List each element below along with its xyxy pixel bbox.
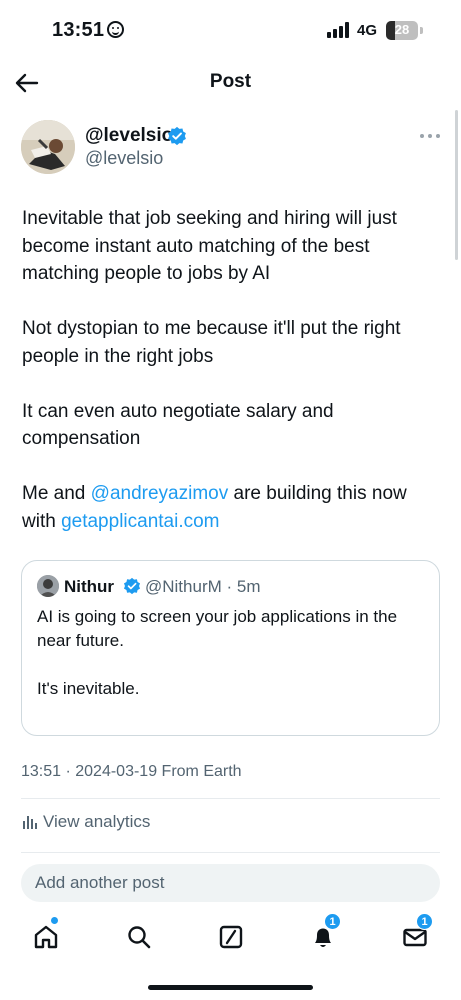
- scroll-indicator: [455, 110, 458, 260]
- view-analytics-label: View analytics: [43, 812, 151, 831]
- divider: [21, 798, 440, 799]
- verified-badge-icon: [123, 577, 141, 595]
- messages-badge: 1: [416, 913, 433, 930]
- quote-text: AI is going to screen your job applicati…: [37, 605, 432, 725]
- tab-home[interactable]: [31, 917, 61, 952]
- tab-bar: 1 1: [0, 912, 461, 962]
- quote-author-name: Nithur: [64, 577, 115, 596]
- post-paragraph: Me and @andreyazimov are building this n…: [22, 480, 442, 535]
- tab-notifications[interactable]: 1: [308, 913, 341, 952]
- post-paragraph: Not dystopian to me because it'll put th…: [22, 318, 401, 367]
- verified-badge-icon: [168, 126, 186, 146]
- battery-level: 28: [394, 22, 410, 37]
- url-link[interactable]: getapplicantai.com: [61, 511, 219, 532]
- quoted-post[interactable]: Nithur @NithurM · 5m AI is going to scre…: [21, 560, 440, 736]
- battery-icon: 28: [386, 21, 418, 40]
- network-label: 4G: [357, 22, 378, 39]
- quote-paragraph: AI is going to screen your job applicati…: [37, 607, 398, 650]
- quote-paragraph: It's inevitable.: [37, 679, 140, 698]
- avatar-photo: [21, 120, 75, 174]
- home-unread-dot: [51, 917, 58, 924]
- quote-avatar-photo: [37, 575, 59, 597]
- analytics-icon: [23, 816, 37, 829]
- post-text: Inevitable that job seeking and hiring w…: [22, 205, 442, 563]
- status-time-text: 13:51: [52, 19, 105, 41]
- divider: [21, 852, 440, 853]
- signal-icon: [327, 22, 351, 38]
- quote-avatar: [37, 575, 59, 597]
- mention-link[interactable]: @andreyazimov: [91, 483, 229, 504]
- post-paragraph: It can even auto negotiate salary and co…: [22, 400, 334, 450]
- page-title: Post: [209, 71, 252, 92]
- author-display-name[interactable]: @levelsio: [85, 125, 173, 147]
- post-text-run: Me and: [22, 483, 91, 504]
- header: Post: [0, 62, 461, 102]
- tab-grok[interactable]: [216, 922, 246, 952]
- status-time: 13:51: [52, 19, 125, 42]
- tab-messages[interactable]: 1: [400, 913, 433, 952]
- notifications-badge: 1: [324, 913, 341, 930]
- grok-icon: [219, 925, 243, 949]
- quote-handle-time: @NithurM · 5m: [145, 577, 261, 596]
- home-indicator: [148, 985, 313, 990]
- battery-cap: [420, 27, 423, 34]
- post-paragraph: Inevitable that job seeking and hiring w…: [22, 208, 397, 284]
- more-options-button[interactable]: [418, 128, 442, 144]
- post-timestamp: 13:51 · 2024-03-19 From Earth: [21, 763, 242, 780]
- home-icon: [34, 925, 58, 949]
- search-icon: [128, 926, 151, 949]
- face-icon: [107, 21, 125, 38]
- tab-search[interactable]: [124, 922, 154, 952]
- status-bar: 13:51 4G 28: [0, 0, 461, 62]
- author-handle[interactable]: @levelsio: [85, 148, 163, 169]
- reply-placeholder: Add another post: [35, 873, 165, 892]
- author-avatar[interactable]: [21, 120, 75, 174]
- reply-input[interactable]: Add another post: [21, 864, 440, 902]
